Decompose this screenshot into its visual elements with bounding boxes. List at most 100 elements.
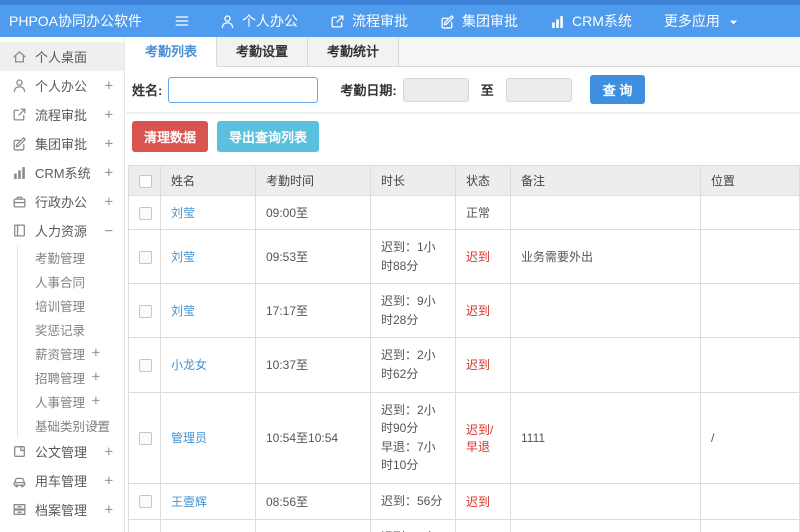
sidebar-item[interactable]: 项目管理+ <box>0 524 124 532</box>
duration-cell: 迟到：1小时88分 <box>370 228 456 285</box>
expand-icon[interactable]: + <box>105 194 113 210</box>
attendance-row: 刘莹 09:53至 迟到：1小时88分 迟到 业务需要外出 <box>128 228 800 285</box>
attendance-table: 姓名 考勤时间 时长 状态 备注 位置 刘莹 09:00至 正常 刘莹 09:53至 迟到：1小时8… <box>128 165 800 532</box>
sidebar-item[interactable]: 流程审批 + <box>0 100 124 129</box>
row-checkbox[interactable] <box>139 495 152 509</box>
sidebar-item[interactable]: 考勤管理 <box>17 245 124 269</box>
location-cell <box>700 337 800 393</box>
clean-data-button[interactable]: 清理数据 <box>132 121 209 152</box>
tab-label: 考勤列表 <box>145 44 198 59</box>
tab[interactable]: 考勤设置 <box>217 37 309 66</box>
employee-name-link[interactable]: 小龙女 <box>171 358 207 372</box>
date-to-input[interactable] <box>505 77 572 102</box>
sidebar-item[interactable]: 行政办公 + <box>0 187 124 216</box>
to-label: 至 <box>480 83 494 98</box>
export-list-button[interactable]: 导出查询列表 <box>217 121 320 152</box>
checkbox-cell <box>128 482 161 520</box>
duration-cell: 迟到：56分 <box>370 482 456 520</box>
sidebar-item[interactable]: 个人办公 + <box>0 71 124 100</box>
remark-cell: 1111 <box>510 391 701 484</box>
name-cell: 管理员 <box>160 391 256 484</box>
sidebar-item[interactable]: 基础类别设置 + <box>17 413 124 437</box>
sidebar-item-label: 培训管理 <box>35 299 86 314</box>
sidebar-item[interactable]: 薪资管理 + <box>17 341 124 365</box>
checkbox-cell <box>128 337 161 393</box>
duration-cell: 迟到：2小时90分 早退：7小时10分 <box>370 391 456 484</box>
topnav-item-label: 集团审批 <box>462 13 518 29</box>
filter-panel: 姓名: 考勤日期: 至 查 询 <box>126 67 800 114</box>
book-icon <box>12 223 27 238</box>
app-logo[interactable]: PHPOA协同办公软件 <box>0 11 162 31</box>
attendance-row: 小龙女 10:37至 迟到：2小时62分 迟到 <box>128 337 800 393</box>
topnav-item[interactable]: 个人办公 <box>220 11 298 31</box>
expand-icon[interactable]: + <box>92 417 100 433</box>
row-checkbox[interactable] <box>139 304 152 318</box>
attendance-row: 管理员 10:54至10:54 迟到：2小时90分 早退：7小时10分 迟到/早退 111… <box>128 391 800 484</box>
sidebar-item[interactable]: 人事合同 <box>17 269 124 293</box>
location-cell <box>700 283 800 339</box>
expand-icon[interactable]: + <box>92 393 100 409</box>
select-all-header-cell <box>128 165 161 196</box>
expand-icon[interactable]: + <box>105 107 113 123</box>
attendance-row: 刘莹 17:17至 迟到：9小时28分 迟到 <box>128 283 800 339</box>
sidebar-item[interactable]: 人事管理 + <box>17 389 124 413</box>
row-checkbox[interactable] <box>139 431 152 445</box>
sidebar: 个人桌面 个人办公 + 流程审批 + 集团审批 + CRM系统 + 行政办公 + 人力资源 − 考勤管理人… <box>0 37 125 532</box>
employee-name-link[interactable]: 刘莹 <box>171 250 195 264</box>
expand-icon[interactable]: + <box>105 502 113 518</box>
table-header-row: 姓名 考勤时间 时长 状态 备注 位置 <box>128 165 800 196</box>
sidebar-item[interactable]: 公文管理 + <box>0 437 124 466</box>
tab-label: 考勤设置 <box>236 44 289 59</box>
topnav-item[interactable]: 流程审批 <box>330 11 408 31</box>
select-all-checkbox[interactable] <box>139 174 152 188</box>
topnav-item[interactable]: 集团审批 <box>440 11 518 31</box>
row-checkbox[interactable] <box>139 250 152 264</box>
expand-icon[interactable]: + <box>92 345 100 361</box>
time-cell: 13:20至13:20 <box>255 518 371 532</box>
user-icon <box>12 78 27 93</box>
row-checkbox[interactable] <box>139 206 152 220</box>
sidebar-item[interactable]: 档案管理 + <box>0 495 124 524</box>
expand-icon[interactable]: + <box>105 444 113 460</box>
name-cell: 黄蓉 <box>160 518 256 532</box>
expand-icon[interactable]: + <box>105 165 113 181</box>
topnav-item[interactable]: 更多应用 <box>664 11 740 31</box>
sidebar-item[interactable]: 招聘管理 + <box>17 365 124 389</box>
date-from-input[interactable] <box>402 77 469 102</box>
sidebar-item[interactable]: 人力资源 − <box>0 216 124 245</box>
column-header: 考勤时间 <box>255 165 371 196</box>
tab[interactable]: 考勤列表 <box>126 37 218 67</box>
row-checkbox[interactable] <box>139 359 152 373</box>
employee-name-link[interactable]: 王壹辉 <box>171 495 207 509</box>
tab[interactable]: 考勤统计 <box>308 37 400 66</box>
expand-icon[interactable]: + <box>105 78 113 94</box>
name-input[interactable] <box>168 76 319 103</box>
employee-name-link[interactable]: 刘莹 <box>171 206 195 220</box>
status-cell: 迟到 <box>455 228 511 285</box>
main-content: 考勤列表 考勤设置 考勤统计 姓名: 考勤日期: 至 查 询 清理数据 导出查询列表… <box>126 37 800 532</box>
sidebar-item-label: 个人桌面 <box>35 50 88 65</box>
time-cell: 09:53至 <box>255 228 371 285</box>
topnav-item[interactable]: CRM系统 <box>550 11 632 31</box>
checkbox-cell <box>128 518 161 532</box>
sidebar-item[interactable]: CRM系统 + <box>0 158 124 187</box>
expand-icon[interactable]: + <box>92 369 100 385</box>
expand-icon[interactable]: + <box>105 136 113 152</box>
sidebar-item[interactable]: 用车管理 + <box>0 466 124 495</box>
search-button[interactable]: 查 询 <box>589 75 646 104</box>
sidebar-item[interactable]: 个人桌面 <box>0 42 124 71</box>
expand-icon[interactable]: + <box>105 473 113 489</box>
menu-toggle-icon[interactable] <box>174 13 190 29</box>
sidebar-item[interactable]: 集团审批 + <box>0 129 124 158</box>
employee-name-link[interactable]: 刘莹 <box>171 304 195 318</box>
remark-cell <box>510 518 701 532</box>
tab-label: 考勤统计 <box>327 44 380 59</box>
employee-name-link[interactable]: 管理员 <box>171 431 207 445</box>
sidebar-item[interactable]: 培训管理 <box>17 293 124 317</box>
attendance-date-label: 考勤日期: <box>340 83 397 98</box>
checkbox-cell <box>128 283 161 339</box>
remark-cell <box>510 482 701 520</box>
sidebar-item[interactable]: 奖惩记录 <box>17 317 124 341</box>
collapse-icon[interactable]: − <box>105 223 113 239</box>
chart-icon <box>12 165 27 180</box>
